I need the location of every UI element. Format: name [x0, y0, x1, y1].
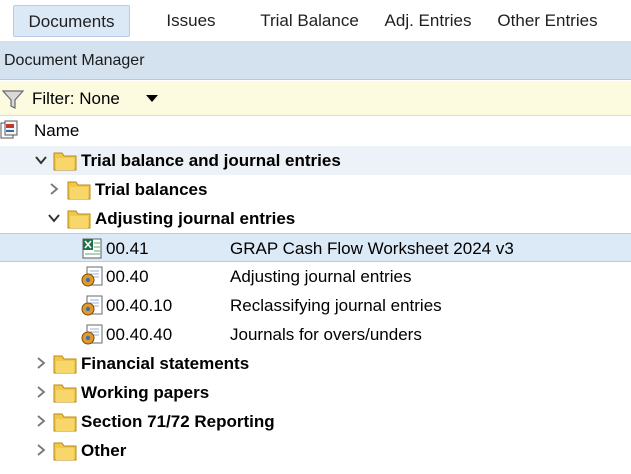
column-header: Name: [0, 116, 631, 146]
folder-icon: [53, 355, 77, 374]
chevron-down-icon[interactable]: [34, 153, 48, 167]
chevron-right-icon[interactable]: [34, 385, 48, 399]
document-code: 00.41: [106, 239, 149, 258]
journal-icon: [81, 266, 103, 287]
document-code: 00.40.40: [106, 325, 173, 344]
folder-label: Financial statements: [81, 354, 250, 373]
tree-folder-row[interactable]: Financial statements: [0, 349, 631, 378]
document-row[interactable]: 00.40.10 Reclassifying journal entries: [0, 291, 631, 320]
chevron-right-icon[interactable]: [34, 414, 48, 428]
column-header-name[interactable]: Name: [34, 116, 79, 146]
document-row[interactable]: 00.40 Adjusting journal entries: [0, 262, 631, 291]
filter-dropdown[interactable]: Filter: None: [0, 81, 631, 116]
tree-folder-row[interactable]: Adjusting journal entries: [0, 204, 631, 233]
folder-label: Adjusting journal entries: [95, 209, 296, 228]
folder-label: Working papers: [81, 383, 210, 402]
tab-issues[interactable]: Issues: [156, 5, 226, 37]
chevron-right-icon[interactable]: [34, 356, 48, 370]
filter-label: Filter: None: [32, 89, 120, 108]
document-row[interactable]: 00.41 GRAP Cash Flow Worksheet 2024 v3: [0, 233, 631, 262]
tree-folder-row[interactable]: Other: [0, 436, 631, 465]
folder-icon: [67, 210, 91, 229]
journal-icon: [81, 295, 103, 316]
folder-icon: [53, 384, 77, 403]
tab-adj-entries[interactable]: Adj. Entries: [377, 5, 479, 37]
folder-label: Other: [81, 441, 127, 460]
document-code: 00.40: [106, 267, 149, 286]
dropdown-arrow-icon[interactable]: [146, 95, 158, 102]
chevron-right-icon[interactable]: [34, 443, 48, 457]
tree-folder-row[interactable]: Section 71/72 Reporting: [0, 407, 631, 436]
document-name: GRAP Cash Flow Worksheet 2024 v3: [230, 239, 514, 258]
filter-icon: [2, 90, 24, 109]
panel-title: Document Manager: [0, 42, 631, 80]
tab-other-entries[interactable]: Other Entries: [487, 5, 608, 37]
document-name: Adjusting journal entries: [230, 267, 412, 286]
tab-documents[interactable]: Documents: [13, 5, 130, 37]
tree-folder-row[interactable]: Trial balance and journal entries: [0, 146, 631, 175]
journal-icon: [81, 324, 103, 345]
tab-bar: Documents Issues Trial Balance Adj. Entr…: [0, 0, 631, 42]
folder-icon: [53, 152, 77, 171]
documents-column-icon: [0, 120, 18, 139]
tree-folder-row[interactable]: Working papers: [0, 378, 631, 407]
document-name: Journals for overs/unders: [230, 325, 422, 344]
document-name: Reclassifying journal entries: [230, 296, 442, 315]
document-row[interactable]: 00.40.40 Journals for overs/unders: [0, 320, 631, 349]
chevron-down-icon[interactable]: [47, 211, 61, 225]
folder-icon: [67, 181, 91, 200]
folder-icon: [53, 442, 77, 461]
excel-icon: [82, 238, 102, 259]
folder-label: Trial balances: [95, 180, 208, 199]
folder-label: Section 71/72 Reporting: [81, 412, 275, 431]
chevron-right-icon[interactable]: [47, 182, 61, 196]
document-code: 00.40.10: [106, 296, 173, 315]
folder-label: Trial balance and journal entries: [81, 151, 341, 170]
tab-trial-balance[interactable]: Trial Balance: [252, 5, 367, 37]
tree-folder-row[interactable]: Trial balances: [0, 175, 631, 204]
folder-icon: [53, 413, 77, 432]
